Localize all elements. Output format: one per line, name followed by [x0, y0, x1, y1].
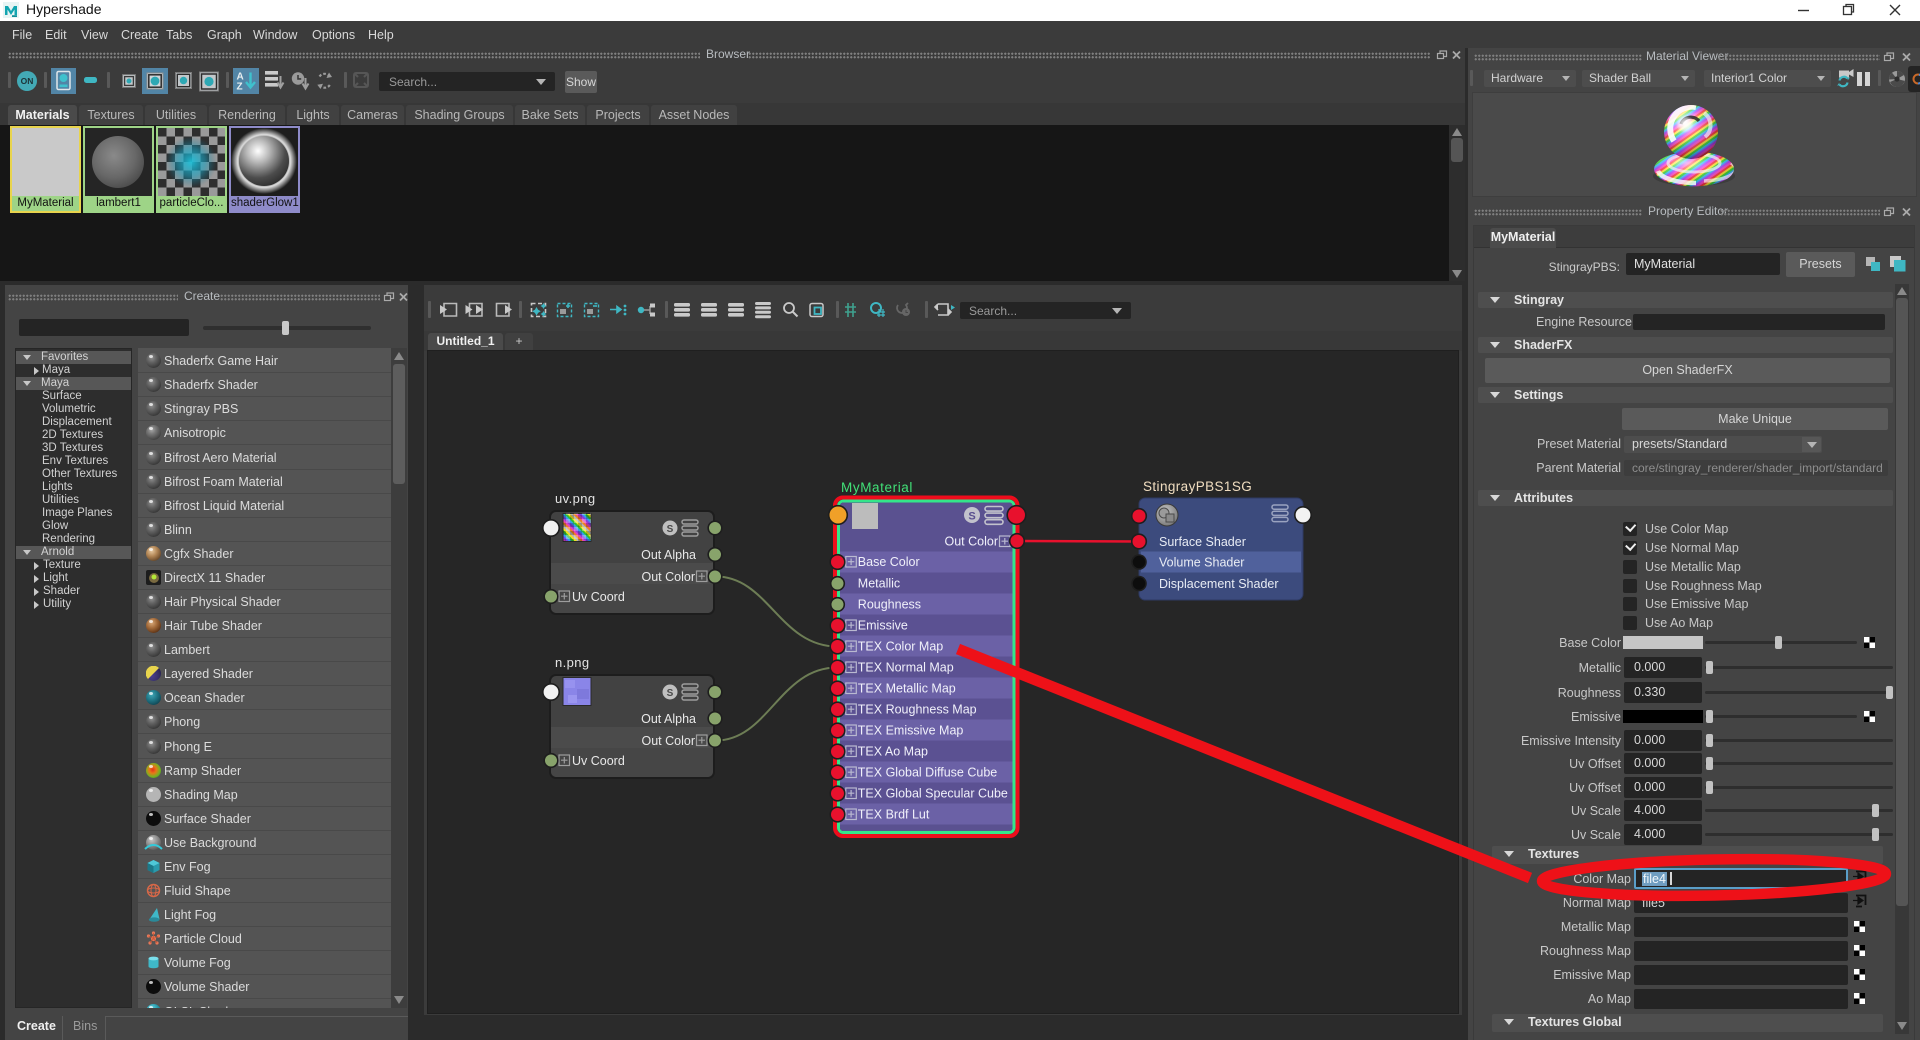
- svg-text:S: S: [968, 510, 975, 522]
- svg-text:Volume Shader: Volume Shader: [1159, 556, 1244, 570]
- svg-text:Out Color: Out Color: [642, 570, 696, 584]
- svg-text:uv.png: uv.png: [555, 491, 595, 506]
- svg-text:Out Alpha: Out Alpha: [641, 712, 696, 726]
- svg-text:TEX Normal Map: TEX Normal Map: [858, 661, 954, 675]
- svg-text:Base Color: Base Color: [858, 555, 920, 569]
- svg-text:Out Color: Out Color: [945, 535, 999, 549]
- svg-text:TEX Emissive Map: TEX Emissive Map: [858, 724, 964, 738]
- svg-text:Out Alpha: Out Alpha: [641, 548, 696, 562]
- svg-text:S: S: [667, 524, 674, 535]
- svg-text:Out Color: Out Color: [642, 734, 696, 748]
- svg-text:Displacement Shader: Displacement Shader: [1159, 577, 1279, 591]
- svg-text:Uv Coord: Uv Coord: [572, 754, 625, 768]
- svg-text:MyMaterial: MyMaterial: [841, 480, 913, 495]
- svg-text:TEX Metallic Map: TEX Metallic Map: [858, 682, 956, 696]
- svg-text:TEX Global Diffuse Cube: TEX Global Diffuse Cube: [858, 766, 997, 780]
- svg-text:TEX Color Map: TEX Color Map: [858, 640, 943, 654]
- svg-text:TEX Global Specular Cube: TEX Global Specular Cube: [858, 787, 1008, 801]
- svg-text:Z: Z: [237, 82, 243, 93]
- svg-text:Emissive: Emissive: [858, 619, 908, 633]
- svg-text:Metallic: Metallic: [858, 577, 900, 591]
- svg-text:TEX Roughness Map: TEX Roughness Map: [858, 703, 977, 717]
- svg-text:TEX Brdf Lut: TEX Brdf Lut: [858, 808, 930, 822]
- svg-text:S: S: [667, 688, 674, 699]
- svg-text:StingrayPBS1SG: StingrayPBS1SG: [1143, 479, 1252, 494]
- svg-text:Uv Coord: Uv Coord: [572, 590, 625, 604]
- svg-text:n.png: n.png: [555, 655, 590, 670]
- svg-text:TEX Ao Map: TEX Ao Map: [858, 745, 928, 759]
- svg-text:Surface Shader: Surface Shader: [1159, 535, 1246, 549]
- svg-text:Roughness: Roughness: [858, 598, 921, 612]
